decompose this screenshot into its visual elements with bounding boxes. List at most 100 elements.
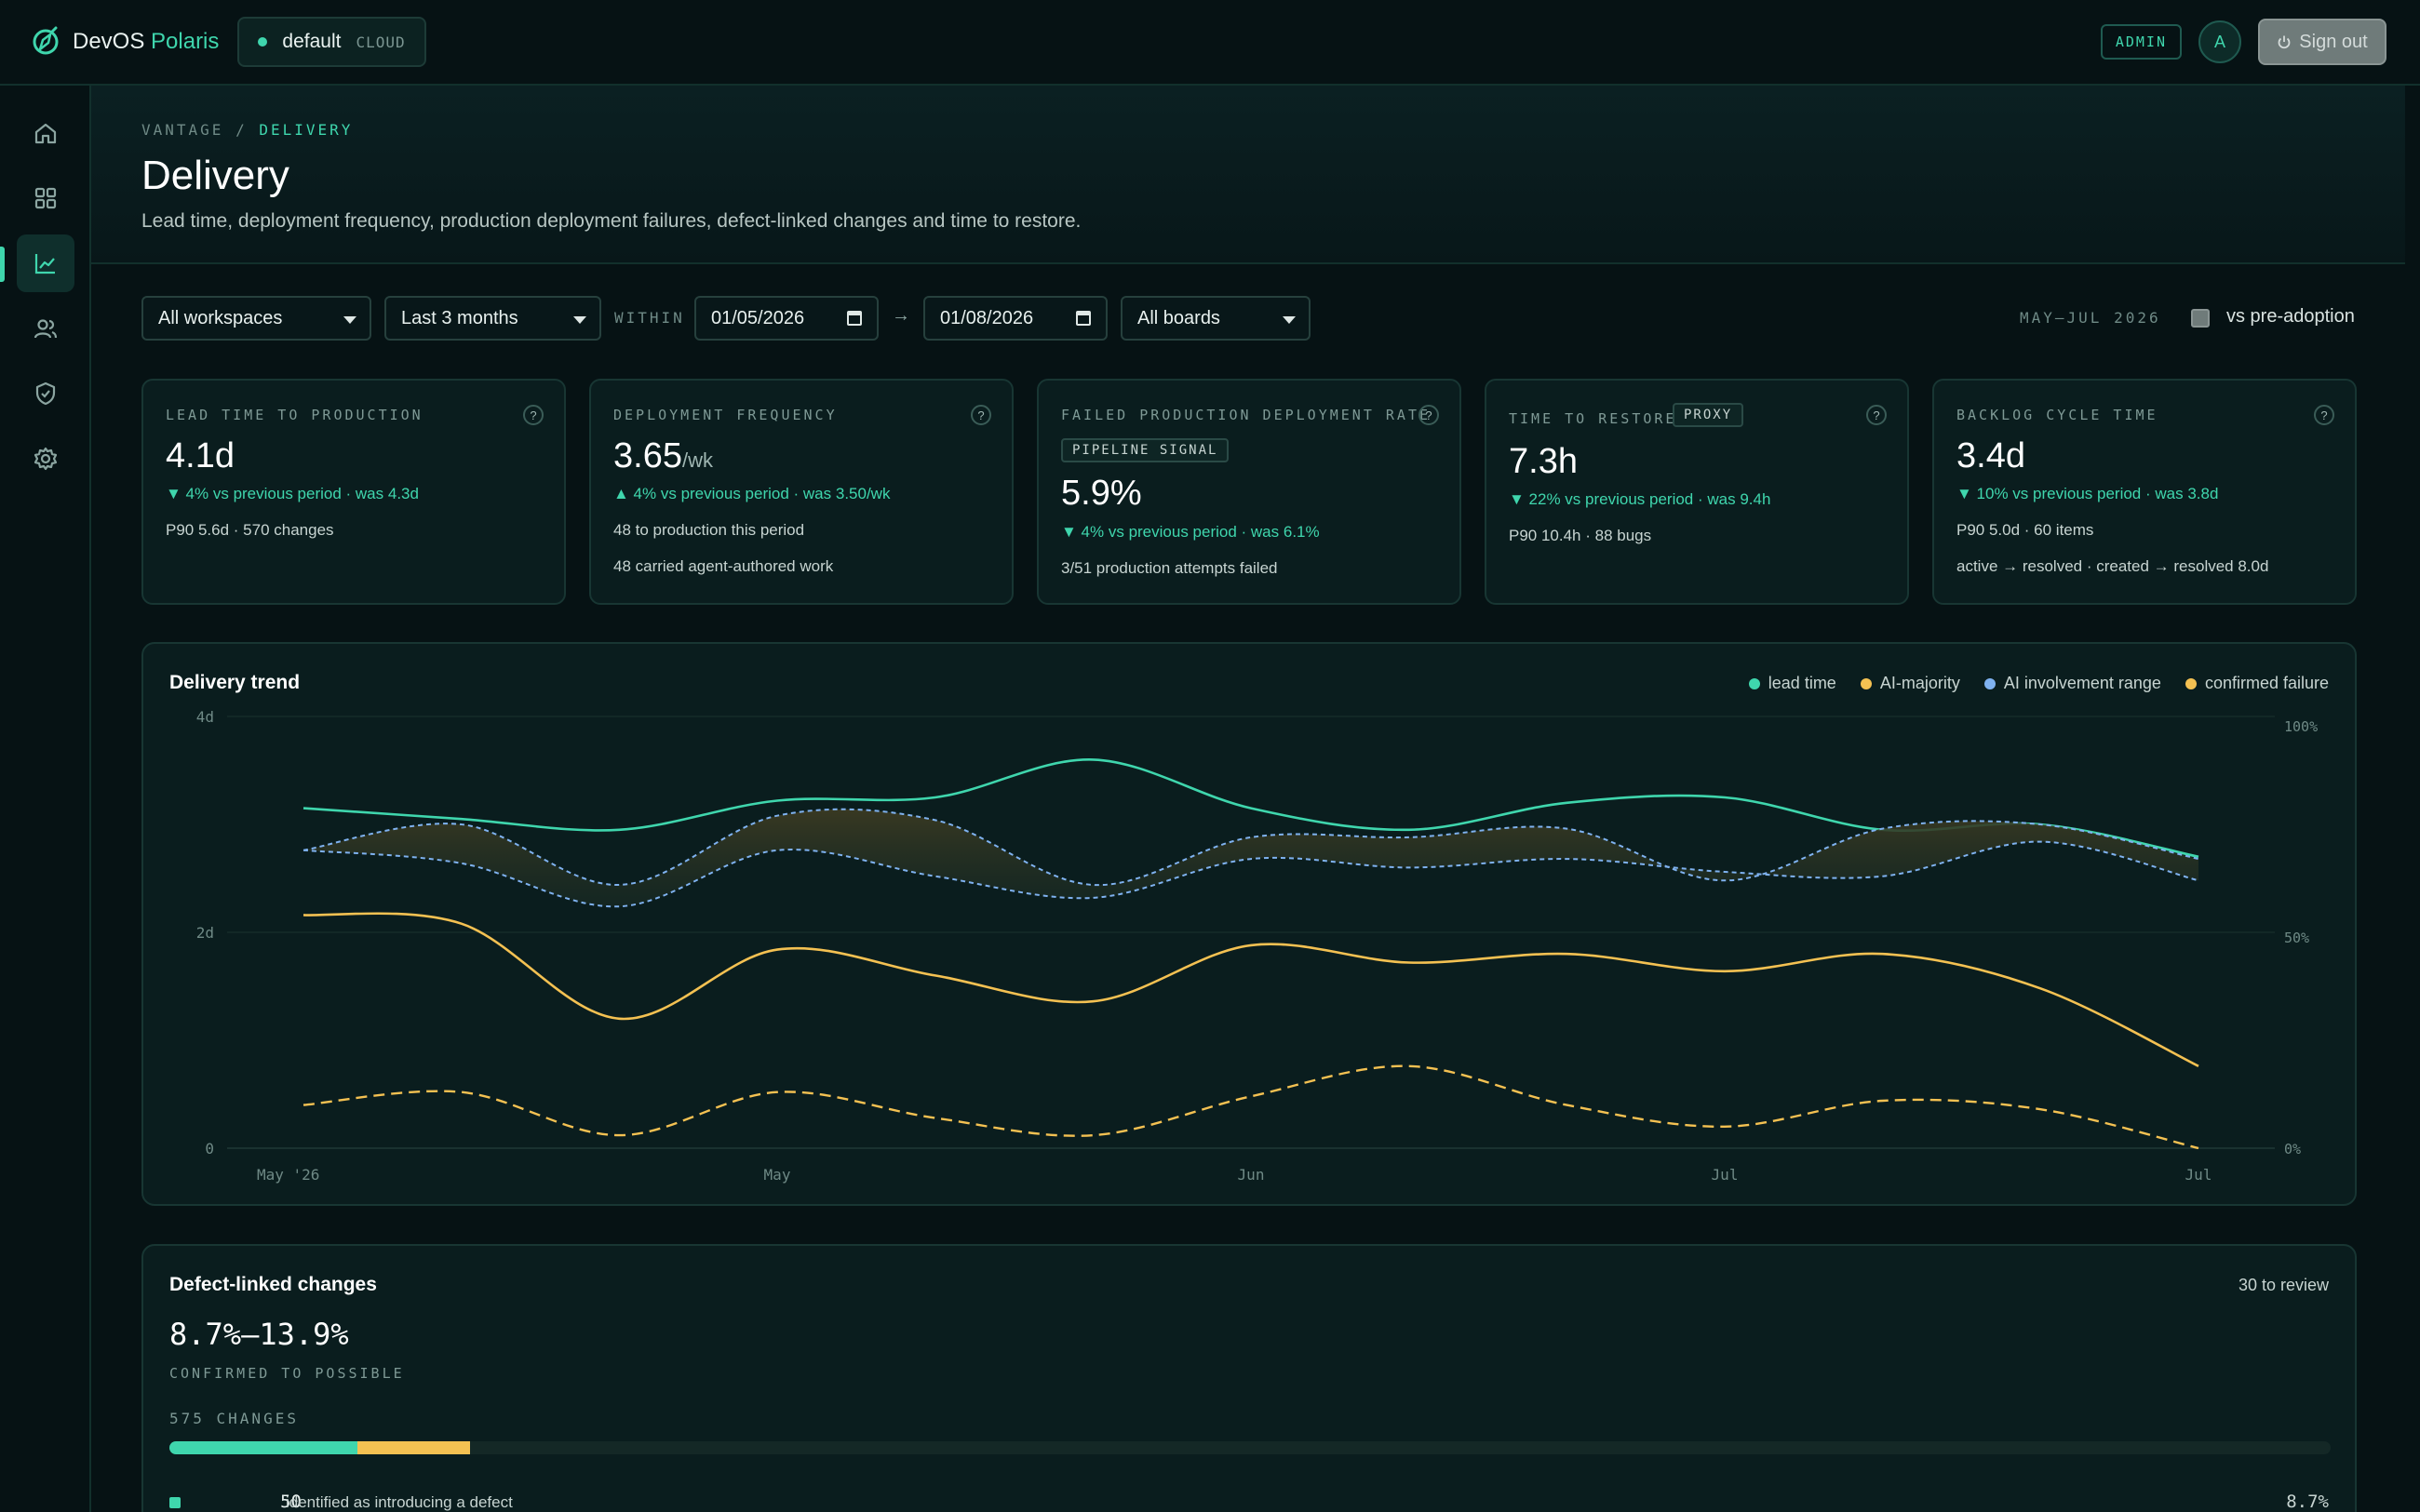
chart-line-icon [34, 254, 55, 274]
sidebar [0, 86, 91, 1512]
page-subtitle: Lead time, deployment frequency, product… [141, 210, 1082, 232]
sidebar-item-people[interactable] [17, 300, 74, 357]
defect-panel-title: Defect-linked changes [169, 1274, 377, 1295]
help-icon[interactable]: ? [1418, 405, 1439, 425]
kpi-value: 4.1d [166, 436, 235, 475]
date-to-value: 01/08/2026 [940, 307, 1034, 328]
changes-count: 575 CHANGES [169, 1410, 299, 1427]
defect-rate-caption: CONFIRMED TO POSSIBLE [169, 1365, 405, 1382]
chart-legend: lead time AI-majority AI involvement ran… [1748, 674, 2329, 693]
help-icon[interactable]: ? [2314, 405, 2334, 425]
row-label: identified as introducing a defect [286, 1493, 513, 1511]
legend-swatch [2185, 677, 2197, 689]
brand-name: DevOS Polaris [73, 29, 220, 54]
row-swatch [169, 1497, 181, 1508]
defect-stacked-bar [169, 1441, 2331, 1454]
role-badge: ADMIN [2100, 24, 2182, 60]
sidebar-item-security[interactable] [17, 365, 74, 422]
calendar-icon[interactable] [1076, 311, 1091, 326]
page-header: VANTAGE / DELIVERY Delivery Lead time, d… [91, 86, 2405, 264]
kpi-value: 3.4d [1956, 436, 2025, 475]
breadcrumb-separator: / [235, 121, 248, 139]
boards-select[interactable]: All boards [1121, 296, 1311, 341]
compare-checkbox[interactable] [2191, 309, 2210, 328]
sidebar-item-home[interactable] [17, 104, 74, 162]
defect-bar-segment-possible [357, 1441, 470, 1454]
legend-item-ai-majority[interactable]: AI-majority [1860, 674, 1960, 693]
gear-icon [34, 447, 58, 471]
help-icon[interactable]: ? [1866, 405, 1887, 425]
kpi-card-deploy-frequency: DEPLOYMENT FREQUENCY ? 3.65/wk ▲ 4% vs p… [589, 379, 1014, 605]
period-select[interactable]: Last 3 months [384, 296, 601, 341]
kpi-label: FAILED PRODUCTION DEPLOYMENT RATE [1061, 407, 1432, 423]
y-right-tick-label: 0% [2284, 1141, 2301, 1157]
kpi-unit: /wk [681, 448, 713, 472]
top-bar: DevOS Polaris default CLOUD ADMIN A Sign… [0, 0, 2420, 86]
sidebar-item-overview[interactable] [17, 169, 74, 227]
x-tick-label: Jun [1238, 1166, 1265, 1184]
kpi-delta: ▼ 4% vs previous period · was 4.3d [166, 485, 419, 502]
x-tick-label: May '26 [257, 1166, 319, 1184]
date-from-input[interactable]: 01/05/2026 [694, 296, 879, 341]
x-tick-label: Jul [2185, 1166, 2212, 1184]
users-icon [34, 319, 58, 339]
y-right-tick-label: 100% [2284, 718, 2318, 735]
pipeline-signal-tag: PIPELINE SIGNAL [1061, 438, 1230, 462]
workspace-name: default [282, 31, 342, 52]
kpi-detail: active → resolved · created → resolved 8… [1956, 557, 2269, 575]
shield-icon [35, 381, 56, 406]
breadcrumb-current: DELIVERY [259, 121, 354, 139]
compare-label[interactable]: vs pre-adoption [2226, 306, 2355, 328]
workspace-switcher[interactable]: default CLOUD [237, 17, 426, 67]
page-title: Delivery [141, 153, 289, 198]
review-count-link[interactable]: 30 to review [2238, 1276, 2329, 1295]
breadcrumb-parent[interactable]: VANTAGE [141, 121, 223, 139]
legend-item-lead-time[interactable]: lead time [1748, 674, 1836, 693]
chevron-down-icon [343, 316, 356, 324]
kpi-value: 3.65/wk [613, 436, 713, 475]
kpi-value: 7.3h [1509, 442, 1578, 481]
kpi-card-time-to-restore: TIME TO RESTORE PROXY ? 7.3h ▼ 22% vs pr… [1485, 379, 1909, 605]
breadcrumb: VANTAGE / DELIVERY [141, 121, 353, 139]
filter-bar: All workspaces Last 3 months WITHIN 01/0… [141, 296, 2357, 341]
kpi-delta: ▼ 10% vs previous period · was 3.8d [1956, 485, 2219, 502]
chart-title: Delivery trend [169, 672, 301, 693]
sidebar-item-delivery[interactable] [17, 234, 74, 292]
power-icon [2278, 35, 2291, 49]
kpi-label: BACKLOG CYCLE TIME [1956, 407, 2158, 423]
row-percent: 8.7% [2286, 1492, 2329, 1512]
defect-linked-panel: Defect-linked changes 30 to review 8.7%–… [141, 1244, 2357, 1512]
kpi-delta: ▲ 4% vs previous period · was 3.50/wk [613, 485, 891, 502]
grid-icon [34, 187, 57, 209]
legend-item-ai-involvement[interactable]: AI involvement range [1983, 674, 2161, 693]
kpi-value: 5.9% [1061, 474, 1142, 513]
kpi-card-failed-deploy-rate: FAILED PRODUCTION DEPLOYMENT RATE ? PIPE… [1037, 379, 1461, 605]
sign-out-label: Sign out [2299, 31, 2368, 52]
x-tick-label: May [764, 1166, 791, 1184]
status-dot-icon [258, 37, 268, 47]
kpi-label: DEPLOYMENT FREQUENCY [613, 407, 838, 423]
date-to-input[interactable]: 01/08/2026 [923, 296, 1108, 341]
legend-swatch [1983, 677, 1996, 689]
delivery-trend-panel: 4d 2d 0 100% 50% 0% May '26 May Jun Jul Jul Delive… [141, 642, 2357, 1206]
help-icon[interactable]: ? [523, 405, 544, 425]
kpi-detail: 48 to production this period [613, 521, 805, 539]
date-from-value: 01/05/2026 [711, 307, 805, 328]
workspace-select[interactable]: All workspaces [141, 296, 371, 341]
sign-out-button[interactable]: Sign out [2258, 19, 2386, 65]
kpi-detail: 48 carried agent-authored work [613, 557, 834, 575]
legend-label: AI-majority [1879, 674, 1960, 692]
kpi-detail: 3/51 production attempts failed [1061, 559, 1278, 577]
avatar[interactable]: A [2198, 20, 2241, 63]
chevron-down-icon [1283, 316, 1296, 324]
kpi-delta: ▼ 22% vs previous period · was 9.4h [1509, 490, 1771, 508]
calendar-icon[interactable] [847, 311, 862, 326]
brand[interactable]: DevOS Polaris [30, 26, 219, 58]
x-tick-label: Jul [1712, 1166, 1739, 1184]
delivery-trend-chart: 4d 2d 0 100% 50% 0% May '26 May Jun Jul Jul [196, 708, 2318, 1184]
sidebar-item-settings[interactable] [17, 430, 74, 488]
legend-item-confirmed-failure[interactable]: confirmed failure [2185, 674, 2329, 693]
period-select-value: Last 3 months [401, 307, 518, 328]
y-right-tick-label: 50% [2284, 930, 2309, 946]
help-icon[interactable]: ? [971, 405, 991, 425]
